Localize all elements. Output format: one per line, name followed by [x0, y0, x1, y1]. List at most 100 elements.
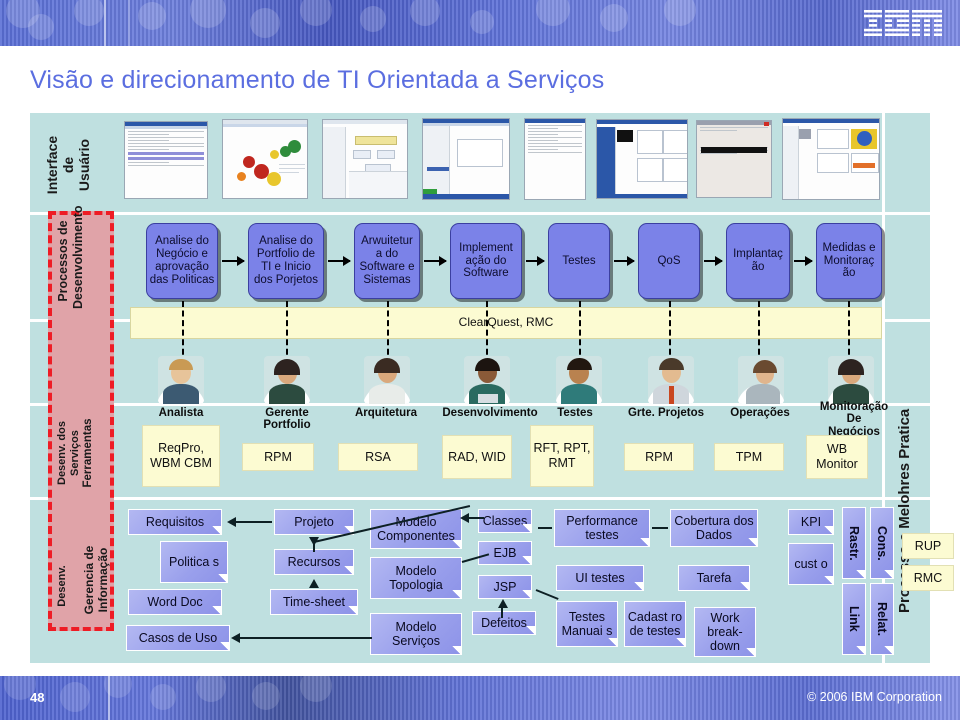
row-separator: [30, 497, 930, 500]
artifact-performance-testes[interactable]: Performance testes: [554, 509, 650, 547]
artifact-connector: [236, 521, 272, 523]
header-dot: [360, 6, 386, 32]
footer-dot: [252, 682, 280, 710]
footer-dot: [60, 682, 90, 712]
diagram-canvas: Interface de Usuário Processos de Desenvolv…: [30, 113, 954, 663]
artifact-arrowhead: [227, 517, 236, 527]
header-dot: [28, 14, 54, 40]
artifact-cadastro-testes[interactable]: Cadast ro de testes: [624, 601, 686, 647]
process-box-3[interactable]: Arwuitetur a do Software e Sistemas: [354, 223, 420, 299]
artifact-label: Performance testes: [566, 514, 638, 542]
process-box-label: Analise do Portfolio de TI e Inicio dos …: [254, 235, 318, 286]
header-dot: [138, 2, 166, 30]
process-asset-label: RUP: [914, 538, 942, 553]
tool-box-rpm-projetos[interactable]: RPM: [624, 443, 694, 471]
artifact-jsp[interactable]: JSP: [478, 575, 532, 599]
artifact-casos-de-uso[interactable]: Casos de Uso: [126, 625, 230, 651]
ibm-logo: [864, 10, 942, 36]
header-dot: [536, 0, 570, 26]
artifact-label: Defeitos: [481, 616, 527, 630]
tool-band-label: ClearQuest, RMC: [458, 315, 554, 330]
vlabel-text: Desenv. dos Serviços: [56, 421, 81, 485]
process-arrow: [222, 256, 245, 266]
tool-box-tpm[interactable]: TPM: [714, 443, 784, 471]
artifact-relat[interactable]: Relat.: [870, 583, 894, 655]
artifact-label: Requisitos: [145, 515, 205, 529]
artifact-arrowhead: [498, 599, 508, 608]
process-box-6[interactable]: QoS: [638, 223, 700, 299]
artifact-label: Casos de Uso: [138, 631, 218, 645]
artifact-arrowhead: [231, 633, 240, 643]
artifact-label: Projeto: [294, 515, 334, 529]
artifact-label: UI testes: [575, 571, 625, 585]
role-text: Grte. Projetos: [627, 407, 705, 419]
artifact-label: Politica s: [168, 555, 220, 569]
tool-box-rpm-portfolio[interactable]: RPM: [242, 443, 314, 471]
tool-box-rad-wid[interactable]: RAD, WID: [442, 435, 512, 479]
artifact-time-sheet[interactable]: Time-sheet: [270, 589, 358, 615]
artifact-custo[interactable]: cust o: [788, 543, 834, 585]
process-box-2[interactable]: Analise do Portfolio de TI e Inicio dos …: [248, 223, 324, 299]
artifact-word-doc[interactable]: Word Doc: [128, 589, 222, 615]
tool-box-reqpro[interactable]: ReqPro, WBM CBM: [142, 425, 220, 487]
process-box-5[interactable]: Testes: [548, 223, 610, 299]
artifact-label: KPI: [800, 515, 822, 529]
process-arrow: [424, 256, 447, 266]
role-avatar-analista: [158, 356, 204, 404]
artifact-politicas[interactable]: Politica s: [160, 541, 228, 583]
artifact-kpi[interactable]: KPI: [788, 509, 834, 535]
artifact-modelo-servicos[interactable]: Modelo Serviços: [370, 613, 462, 655]
page-title: Visão e direcionamento de TI Orientada a…: [30, 66, 605, 94]
process-box-label: QoS: [657, 254, 681, 267]
artifact-tarefa[interactable]: Tarefa: [678, 565, 750, 591]
artifact-work-breakdown[interactable]: Work break- down: [694, 607, 756, 657]
artifact-link[interactable]: Link: [842, 583, 866, 655]
role-avatar-monitoracao-negocios: [828, 356, 874, 404]
artifact-modelo-componentes[interactable]: Modelo Componentes: [370, 509, 462, 549]
artifact-label: JSP: [493, 580, 517, 594]
artifact-testes-manuais[interactable]: Testes Manuai s: [556, 601, 618, 647]
artifact-cobertura-dados[interactable]: Cobertura dos Dados: [670, 509, 758, 547]
role-text: Testes: [557, 407, 593, 419]
artifact-label: Cadast ro de testes: [627, 610, 683, 638]
tool-box-rsa[interactable]: RSA: [338, 443, 418, 471]
screenshot-thumbnail-portal: [782, 118, 880, 200]
artifact-label: Testes Manuai s: [561, 610, 613, 638]
process-asset-rup[interactable]: RUP: [902, 533, 954, 559]
role-text: Analista: [158, 407, 204, 419]
artifact-requisitos[interactable]: Requisitos: [128, 509, 222, 535]
footer-dot: [196, 676, 226, 702]
artifact-modelo-topologia[interactable]: Modelo Topologia: [370, 557, 462, 599]
tool-box-rft-rpt-rmt[interactable]: RFT, RPT, RMT: [530, 425, 594, 487]
process-asset-rmc[interactable]: RMC: [902, 565, 954, 591]
artifact-projeto[interactable]: Projeto: [274, 509, 354, 535]
tool-box-label: RAD, WID: [448, 449, 506, 464]
artifact-label: Modelo Topologia: [389, 564, 443, 592]
artifact-cons[interactable]: Cons.: [870, 507, 894, 579]
artifact-defeitos[interactable]: Defeitos: [472, 611, 536, 635]
artifact-classes[interactable]: Classes: [478, 509, 532, 533]
process-box-8[interactable]: Medidas e Monitoraç ão: [816, 223, 882, 299]
process-box-4[interactable]: Implement ação do Software: [450, 223, 522, 299]
column-separator: [882, 113, 885, 663]
process-arrow: [614, 256, 635, 266]
copyright-notice: © 2006 IBM Corporation: [807, 690, 942, 704]
artifact-recursos[interactable]: Recursos: [274, 549, 354, 575]
artifact-label: Time-sheet: [282, 595, 346, 609]
tool-box-label: ReqPro, WBM CBM: [150, 441, 212, 470]
artifact-ui-testes[interactable]: UI testes: [556, 565, 644, 591]
process-arrow: [794, 256, 813, 266]
screenshot-thumbnail-dashboard: [596, 119, 688, 199]
process-box-1[interactable]: Analise do Negócio e aprovação das Polit…: [146, 223, 218, 299]
artifact-connector: [652, 527, 668, 529]
artifact-label: Recursos: [287, 555, 341, 569]
role-label-arquitetura: Arquitetura: [336, 407, 436, 419]
tool-box-wb-monitor[interactable]: WB Monitor: [806, 435, 868, 479]
role-text: Arquitetura: [355, 407, 417, 419]
artifact-rastr[interactable]: Rastr.: [842, 507, 866, 579]
artifact-label: Word Doc: [147, 595, 203, 609]
screenshot-thumbnail-bubblechart: [222, 119, 308, 199]
process-box-label: Analise do Negócio e aprovação das Polit…: [149, 235, 215, 286]
process-box-7[interactable]: Implantaç ão: [726, 223, 790, 299]
vlabel-text: Gerencia de Informação: [82, 545, 111, 615]
